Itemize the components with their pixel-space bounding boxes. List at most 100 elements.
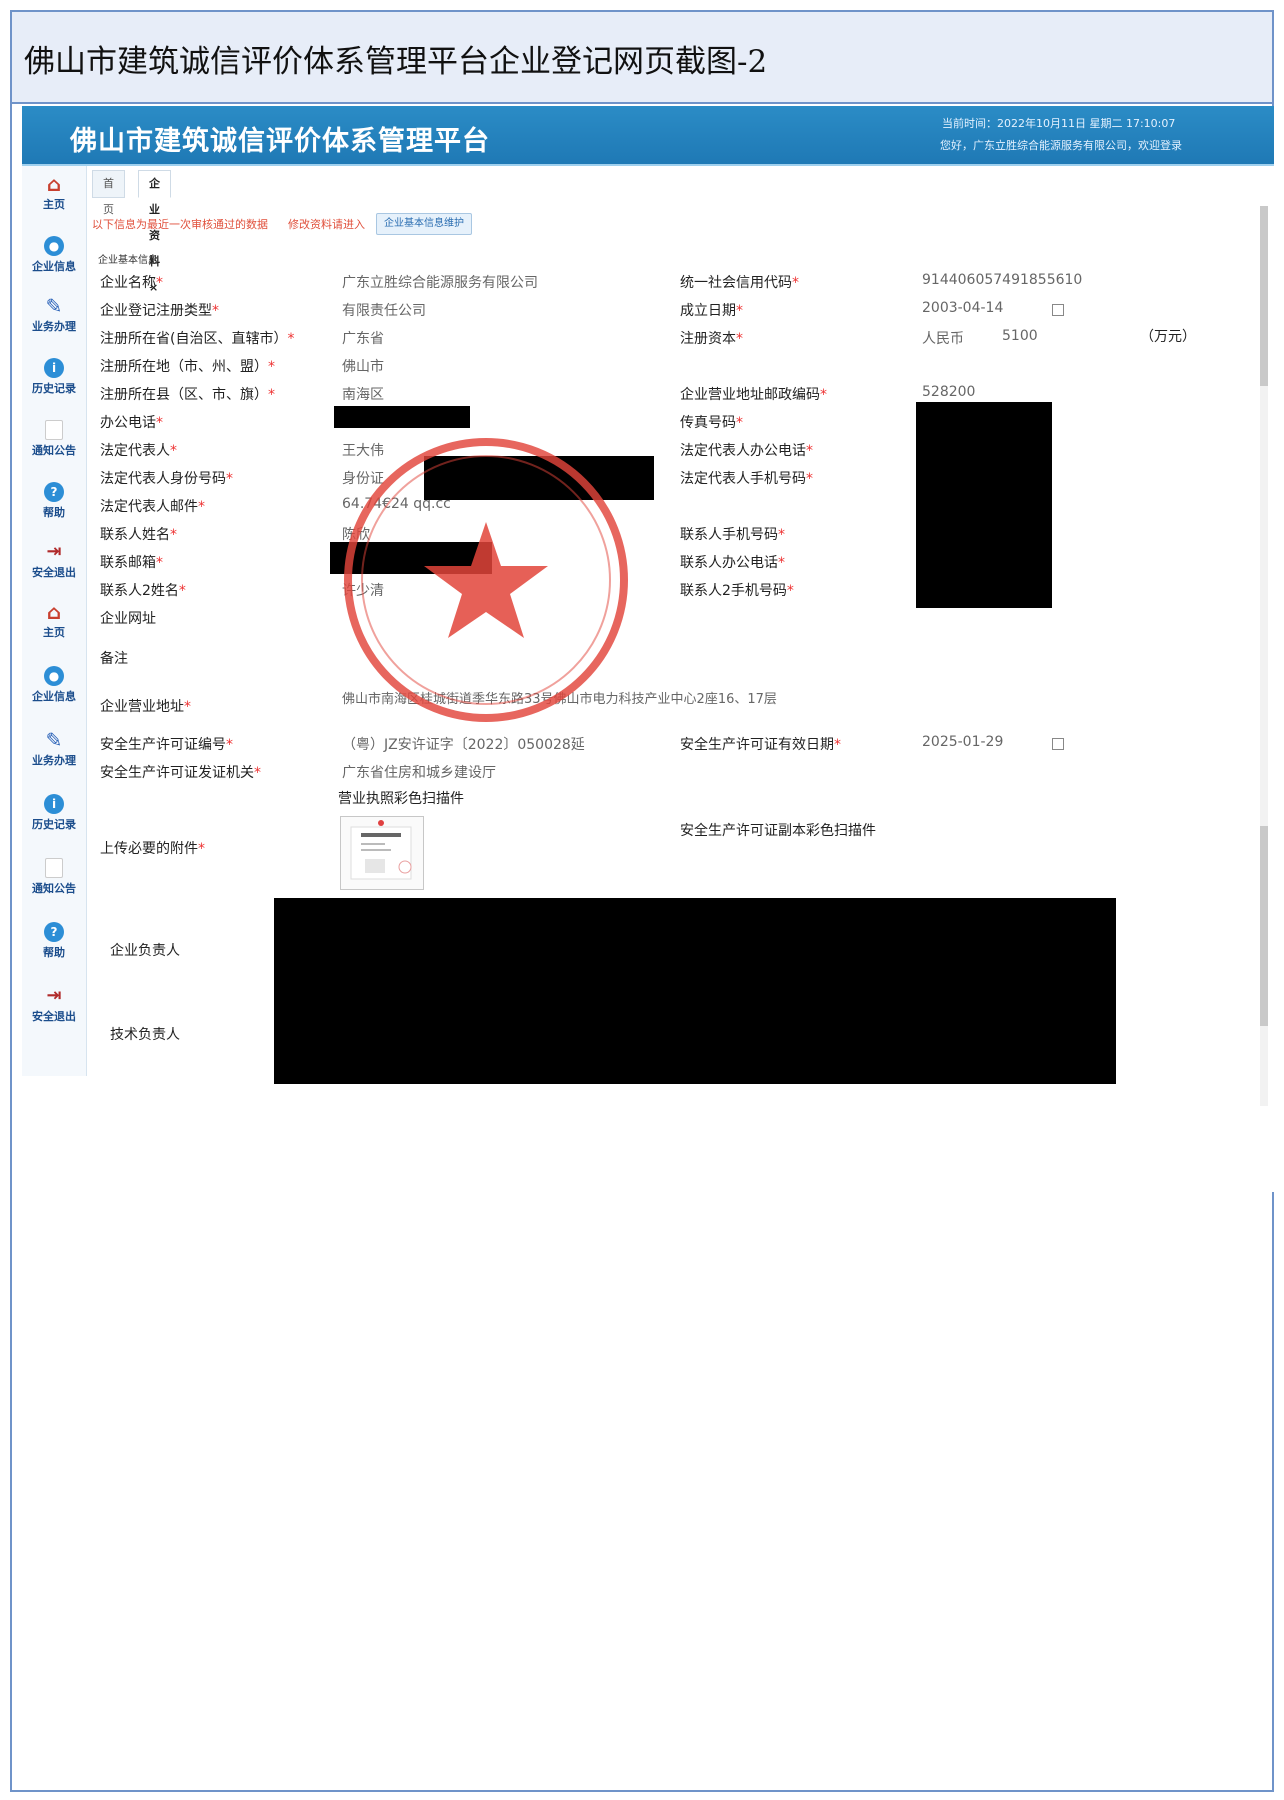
label-fax: 传真号码* xyxy=(680,415,743,431)
business-license-scan-label: 营业执照彩色扫描件 xyxy=(338,791,464,807)
sidebar-item-help[interactable]: ? 帮助 xyxy=(22,482,86,520)
label-legal-rep-office-phone: 法定代表人办公电话* xyxy=(680,443,813,459)
sidebar-item-help-2[interactable]: ? 帮助 xyxy=(22,922,86,960)
label-register-type: 企业登记注册类型* xyxy=(100,303,219,319)
label-tech-head: 技术负责人 xyxy=(110,1027,180,1043)
sidebar-item-business[interactable]: ✎ 业务办理 xyxy=(22,296,86,334)
platform-screenshot: 佛山市建筑诚信评价体系管理平台 当前时间：2022年10月11日 星期二 17:… xyxy=(22,106,1274,1192)
sidebar-item-logout-2[interactable]: ⇥ 安全退出 xyxy=(22,986,86,1024)
label-credit-code: 统一社会信用代码* xyxy=(680,275,799,291)
document-title: 佛山市建筑诚信评价体系管理平台企业登记网页截图-2 xyxy=(24,44,768,80)
value-company-name: 广东立胜综合能源服务有限公司 xyxy=(342,275,538,291)
label-enterprise-head: 企业负责人 xyxy=(110,943,180,959)
redacted-contact-email xyxy=(330,542,492,574)
label-contact2-name: 联系人2姓名* xyxy=(100,583,186,599)
sidebar-item-notice[interactable]: 通知公告 xyxy=(22,420,86,458)
value-found-date: 2003-04-14 xyxy=(922,300,1004,316)
pen-icon: ✎ xyxy=(45,294,63,318)
document-title-bar: 佛山市建筑诚信评价体系管理平台企业登记网页截图-2 xyxy=(12,12,1272,104)
value-contact2-name: 许少清 xyxy=(342,583,384,599)
label-legal-rep: 法定代表人* xyxy=(100,443,177,459)
label-contact-mobile: 联系人手机号码* xyxy=(680,527,785,543)
value-capital-amount: 5100 xyxy=(1002,328,1038,344)
tab-home[interactable]: 首页 xyxy=(92,170,125,216)
value-capital-currency: 人民币 xyxy=(922,331,964,347)
modify-note: 修改资料请进入 xyxy=(288,218,365,231)
label-legal-rep-mobile: 法定代表人手机号码* xyxy=(680,471,813,487)
label-province: 注册所在省(自治区、直辖市）* xyxy=(100,331,295,347)
label-contact2-mobile: 联系人2手机号码* xyxy=(680,583,794,599)
value-license-no: （粤）JZ安许证字〔2022〕050028延 xyxy=(342,737,585,753)
label-legal-rep-email: 法定代表人邮件* xyxy=(100,499,205,515)
scrollbar-thumb[interactable] xyxy=(1260,206,1268,386)
basic-info-maintain-button[interactable]: 企业基本信息维护 xyxy=(376,213,472,235)
business-license-thumbnail[interactable] xyxy=(340,816,424,890)
label-license-org: 安全生产许可证发证机关* xyxy=(100,765,261,781)
history-icon: i xyxy=(44,358,64,378)
capital-unit: （万元） xyxy=(1140,329,1196,345)
value-legal-rep: 王大伟 xyxy=(342,443,384,459)
label-county: 注册所在县（区、市、旗）* xyxy=(100,387,275,403)
label-contact-name: 联系人姓名* xyxy=(100,527,177,543)
value-license-org: 广东省住房和城乡建设厅 xyxy=(342,765,496,781)
value-register-type: 有限责任公司 xyxy=(342,303,426,319)
value-county: 南海区 xyxy=(342,387,384,403)
home-icon: ⌂ xyxy=(46,172,62,196)
sidebar-item-history[interactable]: i 历史记录 xyxy=(22,358,86,396)
label-office-phone: 办公电话* xyxy=(100,415,163,431)
redacted-phone-numbers xyxy=(916,402,1052,608)
latest-data-note: 以下信息为最近一次审核通过的数据 xyxy=(92,218,268,231)
sidebar-item-company-info[interactable]: ● 企业信息 xyxy=(22,236,86,274)
label-contact-office-phone: 联系人办公电话* xyxy=(680,555,785,571)
tab-company-profile[interactable]: 企业资料 × xyxy=(138,170,171,294)
sidebar-item-history-2[interactable]: i 历史记录 xyxy=(22,794,86,832)
sidebar-item-business-2[interactable]: ✎ 业务办理 xyxy=(22,730,86,768)
history-icon: i xyxy=(44,794,64,814)
redacted-legal-rep-id xyxy=(424,456,654,500)
value-legal-rep-id-type: 身份证 xyxy=(342,471,384,487)
label-company-name: 企业名称* xyxy=(100,275,163,291)
sidebar-item-logout[interactable]: ⇥ 安全退出 xyxy=(22,542,86,580)
info-icon: ● xyxy=(44,666,64,686)
label-remarks: 备注 xyxy=(100,651,128,667)
label-city: 注册所在地（市、州、盟）* xyxy=(100,359,275,375)
label-business-address: 企业营业地址* xyxy=(100,699,191,715)
label-legal-rep-id: 法定代表人身份号码* xyxy=(100,471,233,487)
calendar-icon[interactable] xyxy=(1052,738,1064,750)
label-contact-email: 联系邮箱* xyxy=(100,555,163,571)
exit-icon: ⇥ xyxy=(46,541,62,562)
value-city: 佛山市 xyxy=(342,359,384,375)
header-banner: 佛山市建筑诚信评价体系管理平台 当前时间：2022年10月11日 星期二 17:… xyxy=(22,106,1274,166)
scrollbar-thumb-lower[interactable] xyxy=(1260,826,1268,1026)
system-name: 佛山市建筑诚信评价体系管理平台 xyxy=(70,126,490,157)
current-time: 当前时间：2022年10月11日 星期二 17:10:07 xyxy=(942,117,1176,130)
value-credit-code: 914406057491855610 xyxy=(922,272,1083,288)
sidebar-item-home[interactable]: ⌂ 主页 xyxy=(22,174,86,212)
sidebar: ⌂ 主页 ● 企业信息 ✎ 业务办理 i 历史记录 通知公告 ? 帮助 ⇥ 安全退出 ⌂ 主页… xyxy=(22,166,87,1076)
sidebar-item-home-2[interactable]: ⌂ 主页 xyxy=(22,602,86,640)
help-icon: ? xyxy=(44,482,64,502)
value-province: 广东省 xyxy=(342,331,384,347)
value-contact-name: 陈欣 xyxy=(342,527,370,543)
calendar-icon[interactable] xyxy=(1052,304,1064,316)
scrollbar[interactable] xyxy=(1260,206,1268,1106)
label-attachments: 上传必要的附件* xyxy=(100,841,205,857)
help-icon: ? xyxy=(44,922,64,942)
sidebar-item-notice-2[interactable]: 通知公告 xyxy=(22,858,86,896)
pen-icon: ✎ xyxy=(45,728,63,752)
redacted-responsible-persons xyxy=(274,898,1116,1084)
label-postcode: 企业营业地址邮政编码* xyxy=(680,387,827,403)
exit-icon: ⇥ xyxy=(46,985,62,1006)
label-license-no: 安全生产许可证编号* xyxy=(100,737,233,753)
label-license-date: 安全生产许可证有效日期* xyxy=(680,737,841,753)
notice-icon xyxy=(45,420,63,440)
safety-copy-scan-label: 安全生产许可证副本彩色扫描件 xyxy=(680,823,876,839)
label-reg-capital: 注册资本* xyxy=(680,331,743,347)
info-icon: ● xyxy=(44,236,64,256)
welcome-text: 您好，广东立胜综合能源服务有限公司，欢迎登录 xyxy=(940,139,1182,152)
redacted-office-phone xyxy=(334,406,470,428)
notice-icon xyxy=(45,858,63,878)
sidebar-item-company-info-2[interactable]: ● 企业信息 xyxy=(22,666,86,704)
label-found-date: 成立日期* xyxy=(680,303,743,319)
home-icon: ⌂ xyxy=(46,600,62,624)
